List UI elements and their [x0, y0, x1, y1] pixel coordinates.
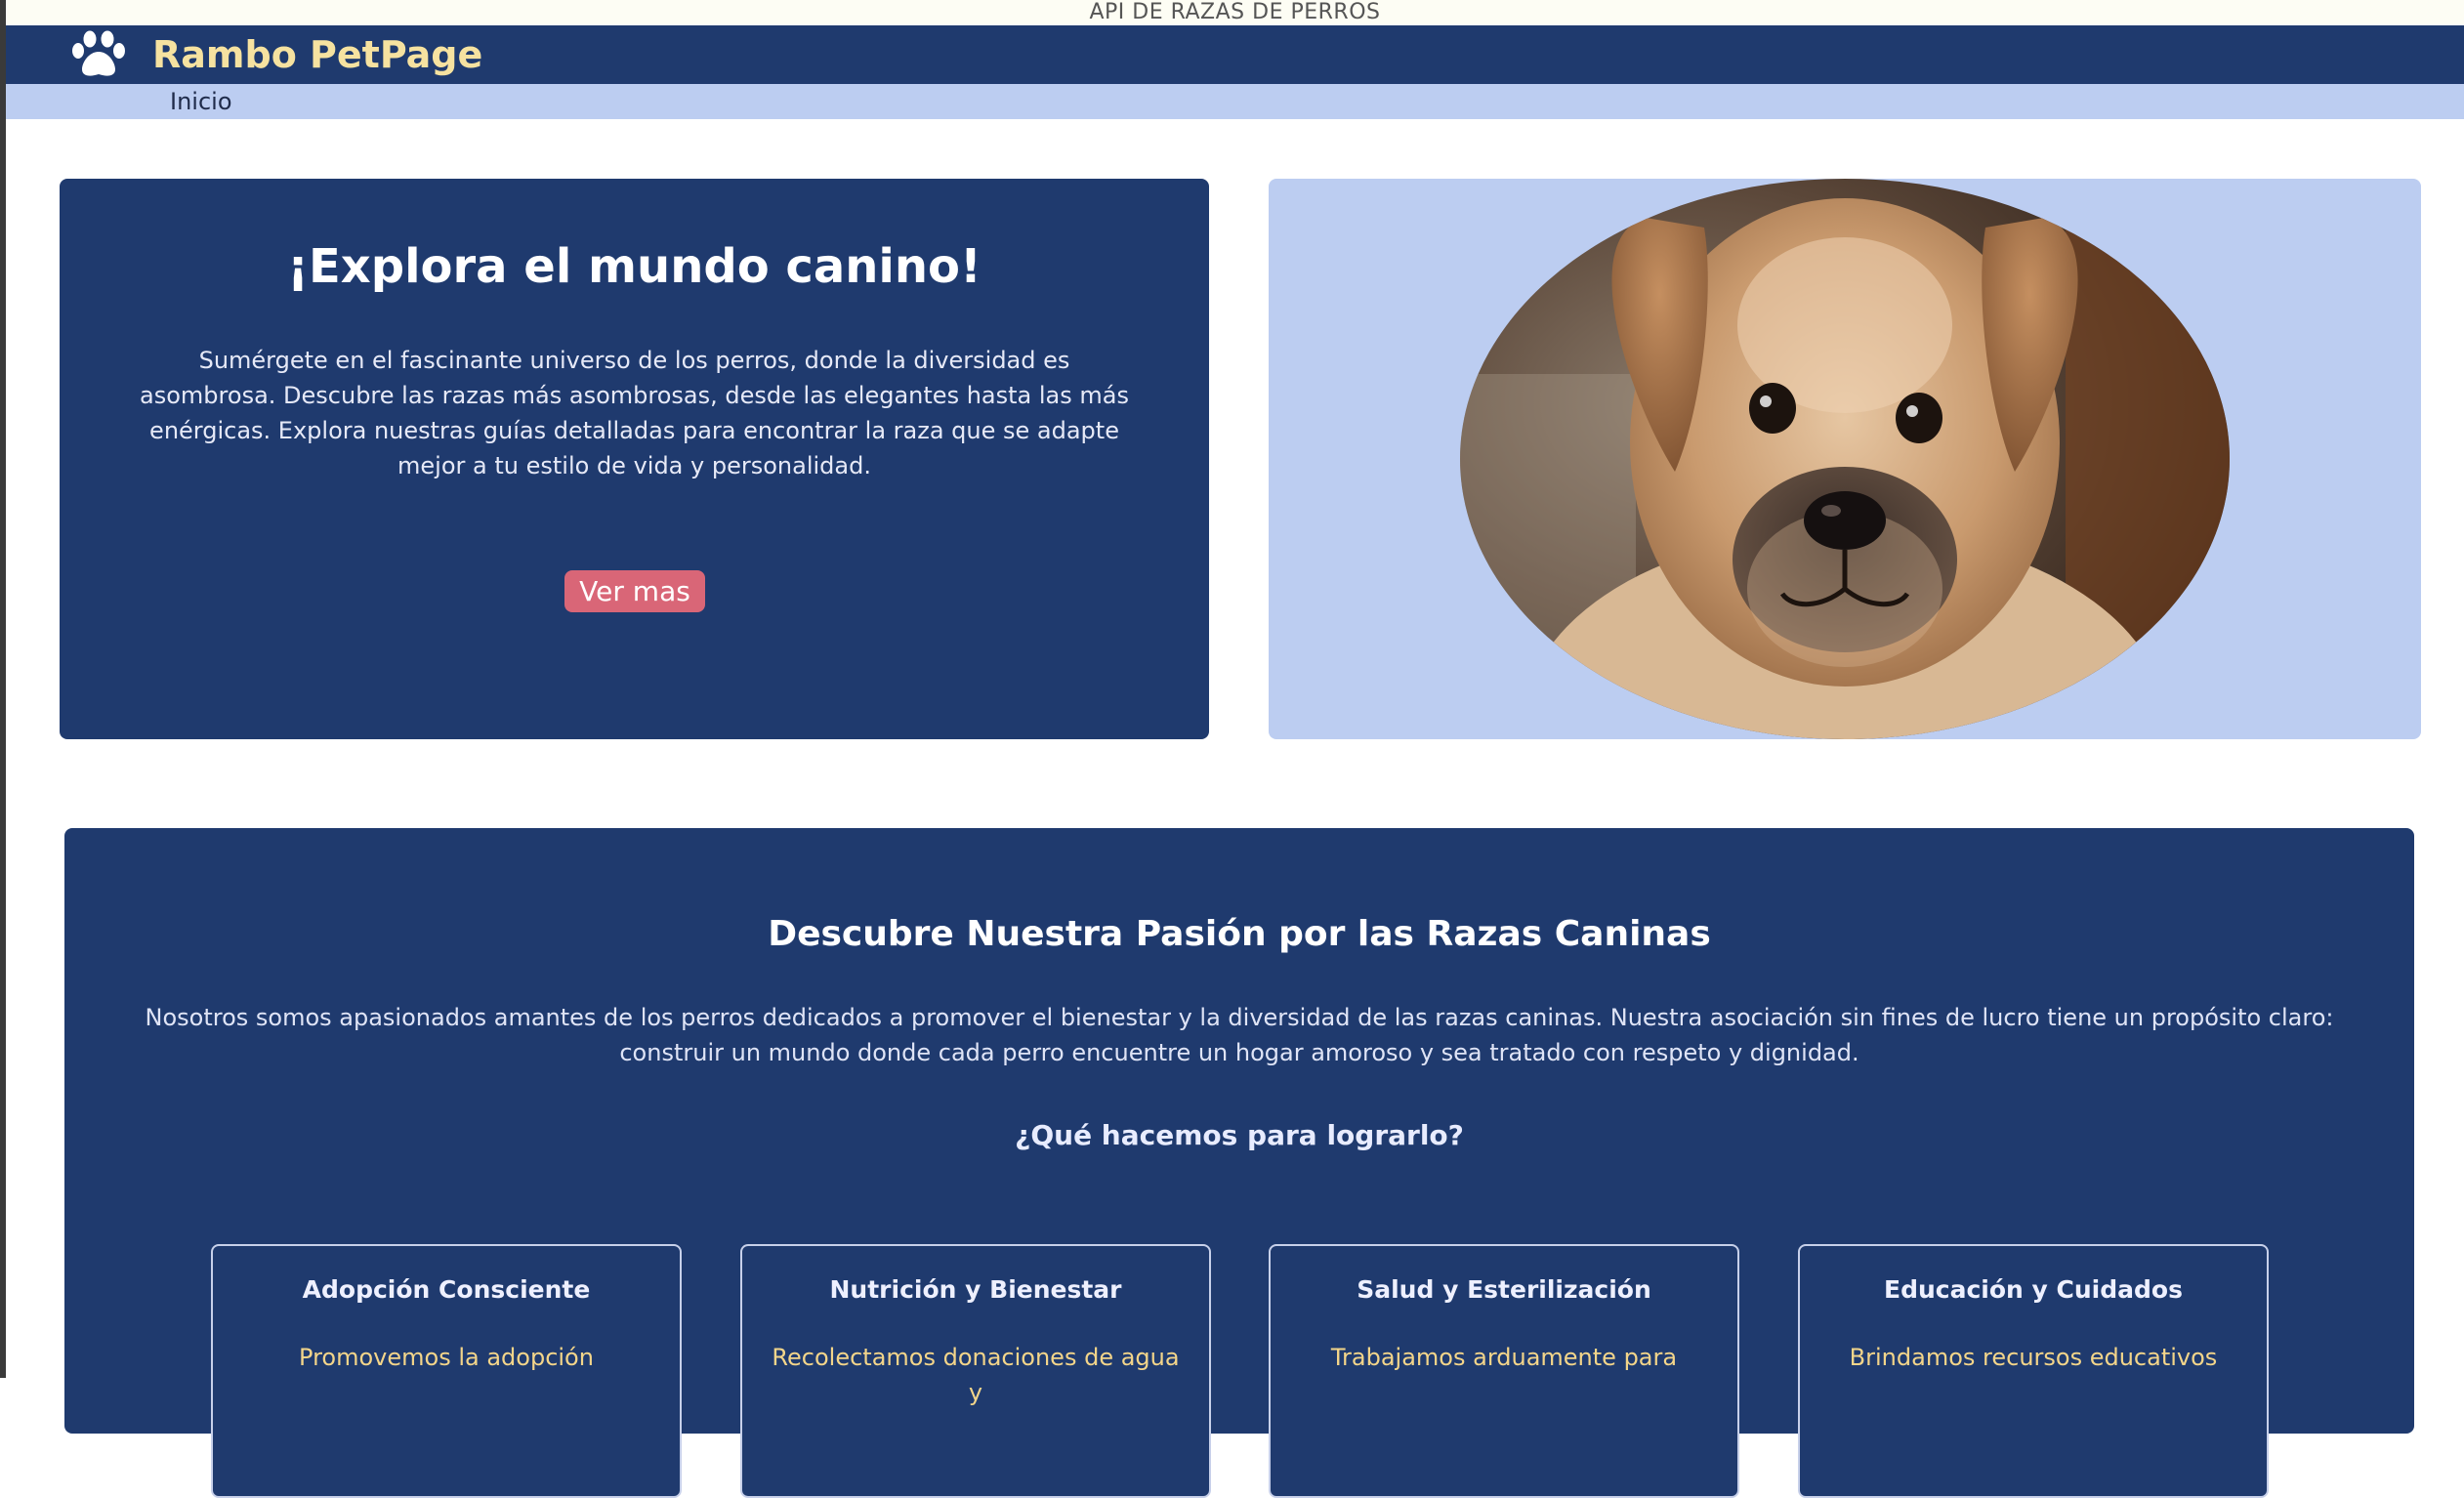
- ver-mas-button[interactable]: Ver mas: [564, 570, 705, 612]
- card-adopcion[interactable]: Adopción Consciente Promovemos la adopci…: [211, 1244, 682, 1498]
- card-title: Educación y Cuidados: [1884, 1275, 2183, 1304]
- site-header: Rambo PetPage: [6, 25, 2464, 84]
- card-educacion[interactable]: Educación y Cuidados Brindamos recursos …: [1798, 1244, 2269, 1498]
- card-salud[interactable]: Salud y Esterilización Trabajamos arduam…: [1269, 1244, 1739, 1498]
- main-nav: Inicio: [6, 84, 2464, 119]
- card-nutricion[interactable]: Nutrición y Bienestar Recolectamos donac…: [740, 1244, 1211, 1498]
- hero-image-panel: [1269, 179, 2421, 739]
- hero-card: ¡Explora el mundo canino! Sumérgete en e…: [60, 179, 1209, 739]
- card-text: Brindamos recursos educativos: [1849, 1344, 2218, 1371]
- card-title: Salud y Esterilización: [1357, 1275, 1651, 1304]
- card-text: Recolectamos donaciones de agua y: [772, 1344, 1180, 1406]
- hero-title: ¡Explora el mundo canino!: [287, 239, 981, 294]
- brand-title[interactable]: Rambo PetPage: [152, 25, 482, 84]
- hero-description: Sumérgete en el fascinante universo de l…: [140, 347, 1129, 479]
- browser-title-bar: API DE RAZAS DE PERROS: [6, 0, 2464, 25]
- card-text: Trabajamos arduamente para: [1330, 1344, 1678, 1371]
- card-text: Promovemos la adopción: [299, 1344, 594, 1371]
- card-title: Nutrición y Bienestar: [829, 1275, 1122, 1304]
- about-section: Descubre Nuestra Pasión por las Razas Ca…: [64, 828, 2414, 1498]
- paw-icon[interactable]: [64, 25, 133, 84]
- about-description: Nosotros somos apasionados amantes de lo…: [145, 1004, 2334, 1066]
- about-title: Descubre Nuestra Pasión por las Razas Ca…: [768, 914, 1711, 954]
- puppy-photo: [1460, 179, 2230, 739]
- about-question: ¿Qué hacemos para lograrlo?: [1015, 1119, 1464, 1151]
- nav-item-inicio[interactable]: Inicio: [170, 84, 232, 119]
- card-title: Adopción Consciente: [302, 1275, 591, 1304]
